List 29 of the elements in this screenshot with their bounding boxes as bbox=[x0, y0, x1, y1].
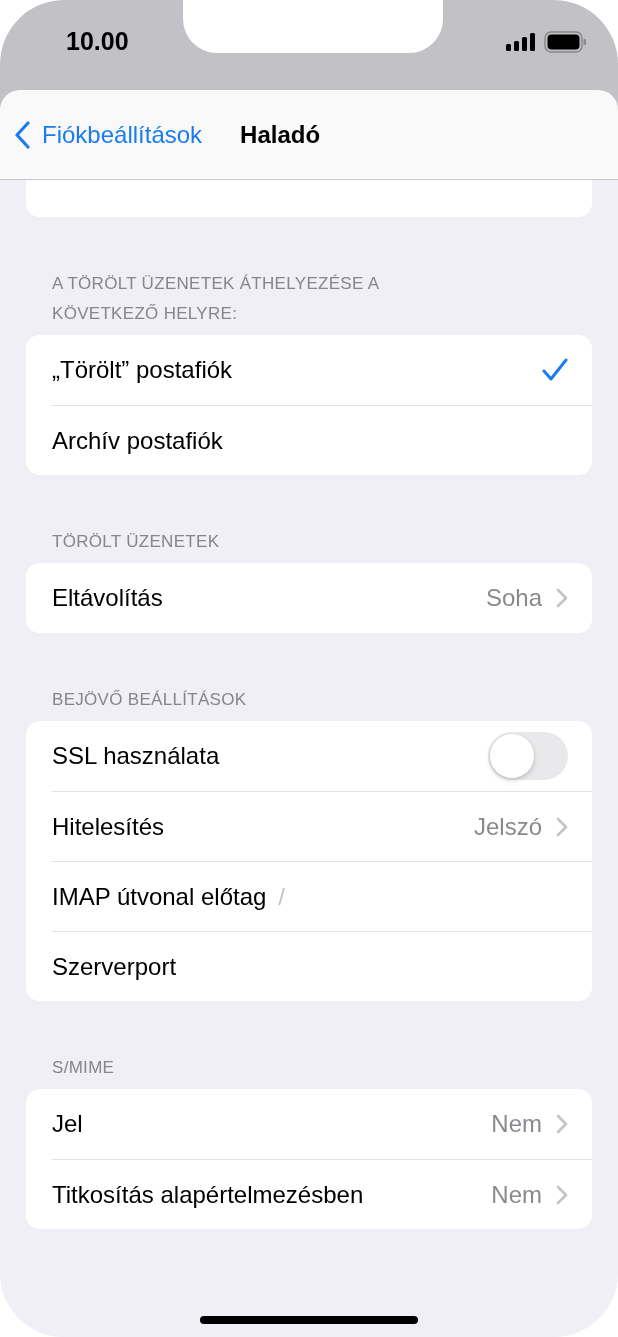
settings-row[interactable]: Hitelesítés Jelszó bbox=[52, 791, 592, 861]
row-label: IMAP útvonal előtag bbox=[52, 882, 267, 911]
section-header: A TÖRÖLT ÜZENETEK ÁTHELYEZÉSE A KÖVETKEZŐ HELYRE: bbox=[51, 273, 380, 325]
settings-row[interactable]: Eltávolítás Soha bbox=[52, 563, 592, 633]
row-value: Soha bbox=[485, 584, 542, 612]
signal-icon bbox=[506, 32, 536, 51]
back-button[interactable]: Fiókbeállítások bbox=[0, 120, 203, 149]
section-header: BEJÖVŐ BEÁLLÍTÁSOK bbox=[51, 689, 248, 711]
page-title: Haladó bbox=[240, 120, 321, 149]
row-label: Szerverport bbox=[52, 952, 177, 981]
chevron-icon bbox=[556, 1184, 568, 1205]
row-value: Jelszó bbox=[473, 812, 542, 841]
text-field[interactable]: / bbox=[278, 876, 589, 917]
row-value: Nem bbox=[491, 1180, 542, 1209]
chevron-icon bbox=[556, 816, 568, 837]
chevron-icon bbox=[556, 1114, 568, 1134]
back-chevron-icon bbox=[14, 120, 30, 149]
status-time: 10.00 bbox=[66, 27, 129, 56]
option-row[interactable]: „Törölt” postafiók bbox=[52, 335, 592, 405]
chevron-icon bbox=[556, 588, 568, 608]
toggle-switch[interactable] bbox=[488, 732, 568, 780]
battery-icon bbox=[544, 30, 586, 53]
section-header: S/MIME bbox=[51, 1057, 116, 1079]
settings-row[interactable]: Titkosítás alapértelmezésben Nem bbox=[52, 1159, 592, 1229]
row-label: SSL használata bbox=[52, 742, 220, 770]
option-row[interactable]: Archív postafiók bbox=[52, 405, 592, 475]
row-value: Nem bbox=[491, 1110, 542, 1138]
section-header: TÖRÖLT ÜZENETEK bbox=[51, 531, 221, 553]
settings-row[interactable]: Jel Nem bbox=[52, 1089, 592, 1159]
